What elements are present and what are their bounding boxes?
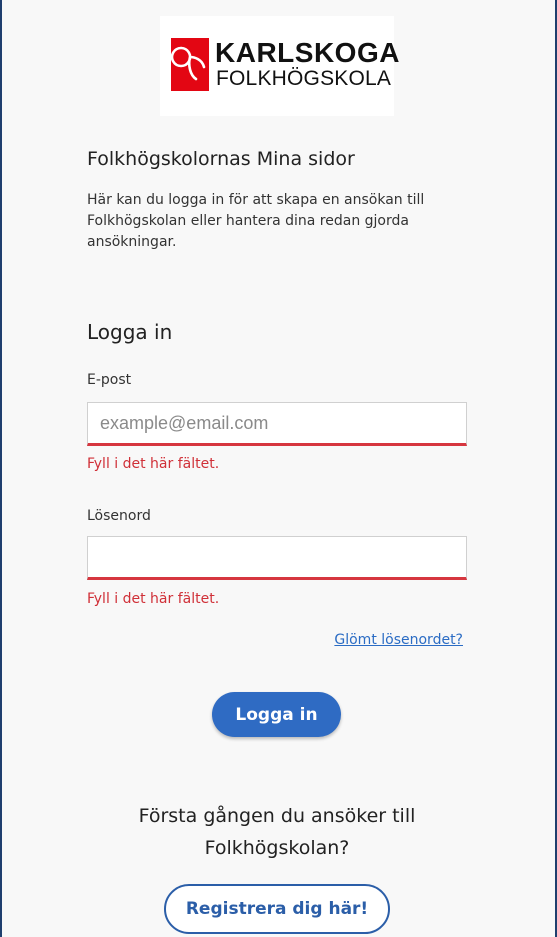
logo-mark-icon	[171, 38, 209, 91]
password-label: Lösenord	[87, 508, 151, 524]
register-button[interactable]: Registrera dig här!	[164, 884, 390, 934]
page-frame: KARLSKOGA FOLKHÖGSKOLA Folkhögskolornas …	[0, 0, 557, 937]
email-error: Fyll i det här fältet.	[87, 456, 220, 472]
password-field[interactable]	[87, 536, 467, 580]
page-title: Folkhögskolornas Mina sidor	[87, 148, 355, 170]
login-heading: Logga in	[87, 320, 173, 344]
login-panel: KARLSKOGA FOLKHÖGSKOLA Folkhögskolornas …	[0, 0, 557, 937]
forgot-password-link[interactable]: Glömt lösenordet?	[334, 632, 463, 648]
login-button[interactable]: Logga in	[212, 692, 341, 737]
password-error: Fyll i det här fältet.	[87, 591, 220, 607]
logo-text-line1: KARLSKOGA	[215, 37, 400, 68]
logo-text-line2: FOLKHÖGSKOLA	[216, 67, 392, 90]
intro-text: Här kan du logga in för att skapa en ans…	[87, 192, 425, 250]
school-logo: KARLSKOGA FOLKHÖGSKOLA	[160, 16, 399, 116]
email-label: E-post	[87, 372, 132, 388]
first-time-prompt: Första gången du ansöker till Folkhögsko…	[138, 805, 416, 859]
email-field[interactable]	[87, 402, 467, 446]
